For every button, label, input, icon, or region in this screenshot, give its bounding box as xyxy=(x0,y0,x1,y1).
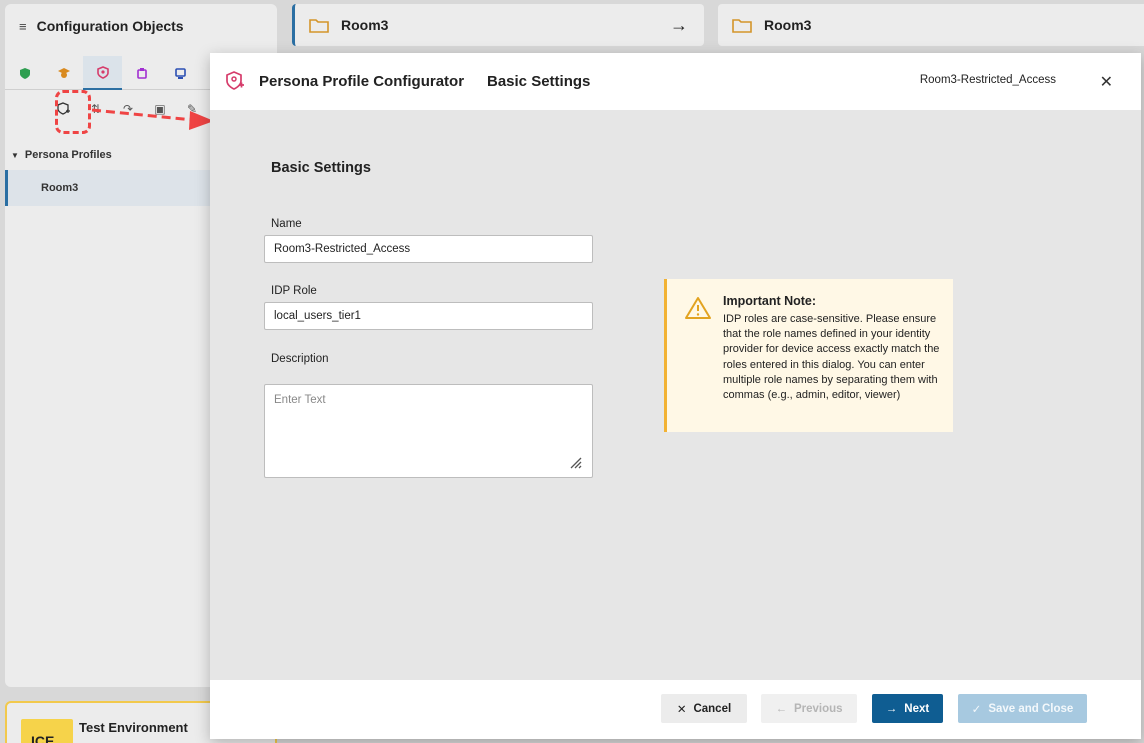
save-and-close-button[interactable]: ✓ Save and Close xyxy=(958,694,1087,723)
description-textarea[interactable] xyxy=(264,384,593,478)
dialog-step-title: Basic Settings xyxy=(487,73,591,90)
previous-button[interactable]: ← Previous xyxy=(761,694,857,723)
dialog-title: Persona Profile Configurator xyxy=(259,73,465,90)
config-objects-title: Configuration Objects xyxy=(36,18,184,34)
profile-list-item-label: Room3 xyxy=(41,182,79,194)
config-objects-header: ≡ Configuration Objects xyxy=(5,4,277,48)
form-heading: Basic Settings xyxy=(271,160,371,176)
cancel-button-label: Cancel xyxy=(693,702,732,715)
persona-profile-dialog: Persona Profile Configurator Basic Setti… xyxy=(210,53,1141,739)
arrow-right-icon: → xyxy=(885,702,898,715)
checkmark-icon: ✓ xyxy=(971,703,982,716)
room-card-2[interactable]: Room3 xyxy=(718,4,1144,46)
idp-role-input[interactable] xyxy=(264,302,593,330)
previous-button-label: Previous xyxy=(793,702,843,715)
description-label: Description xyxy=(271,353,329,365)
tab-persona-profiles[interactable] xyxy=(83,56,122,90)
arrow-left-icon: ← xyxy=(775,702,787,715)
tab-shield-green[interactable] xyxy=(5,56,44,90)
arrow-right-icon[interactable]: → xyxy=(670,15,688,36)
close-icon[interactable]: ✕ xyxy=(1100,72,1113,92)
warning-icon xyxy=(685,297,711,319)
room-card-1-title: Room3 xyxy=(341,17,389,33)
collapse-menu-icon[interactable]: ≡ xyxy=(19,19,27,34)
save-and-close-button-label: Save and Close xyxy=(988,702,1074,715)
highlight-annotation xyxy=(55,90,91,134)
resize-handle-icon[interactable] xyxy=(568,455,582,469)
note-title: Important Note: xyxy=(723,294,817,308)
note-body: IDP roles are case-sensitive. Please ens… xyxy=(723,313,940,402)
environment-logo: ICE xyxy=(21,719,73,743)
room-card-1[interactable]: Room3 → xyxy=(292,4,704,46)
device-blue-icon xyxy=(175,67,186,79)
tab-user-orange[interactable] xyxy=(44,56,83,90)
folder-icon xyxy=(309,19,329,33)
persona-profile-icon xyxy=(226,71,244,90)
caret-down-icon: ▼ xyxy=(11,150,19,160)
next-button[interactable]: → Next xyxy=(872,694,943,723)
environment-title: Test Environment xyxy=(79,720,188,735)
annotation-arrow-icon xyxy=(91,108,214,130)
name-input[interactable] xyxy=(264,235,593,263)
idp-role-label: IDP Role xyxy=(271,285,317,297)
folder-icon xyxy=(732,19,752,33)
name-label: Name xyxy=(271,218,302,230)
tab-blue-device[interactable] xyxy=(161,56,200,90)
persona-shield-icon xyxy=(96,65,109,79)
cancel-button[interactable]: ✕ Cancel xyxy=(661,694,747,723)
tab-purple[interactable] xyxy=(122,56,161,90)
room-card-2-title: Room3 xyxy=(764,17,812,33)
persona-profiles-label: Persona Profiles xyxy=(24,149,112,161)
close-icon: ✕ xyxy=(676,703,687,716)
important-note: Important Note: IDP roles are case-sensi… xyxy=(664,279,953,432)
next-button-label: Next xyxy=(904,702,930,715)
dialog-profile-name: Room3-Restricted_Access xyxy=(919,74,1056,86)
purple-object-icon xyxy=(136,67,147,79)
dialog-footer: ✕ Cancel ← Previous → Next ✓ Save and Cl… xyxy=(210,680,1141,739)
shield-green-icon xyxy=(19,67,30,79)
dialog-header: Persona Profile Configurator Basic Setti… xyxy=(210,53,1141,110)
user-orange-icon xyxy=(57,67,70,78)
